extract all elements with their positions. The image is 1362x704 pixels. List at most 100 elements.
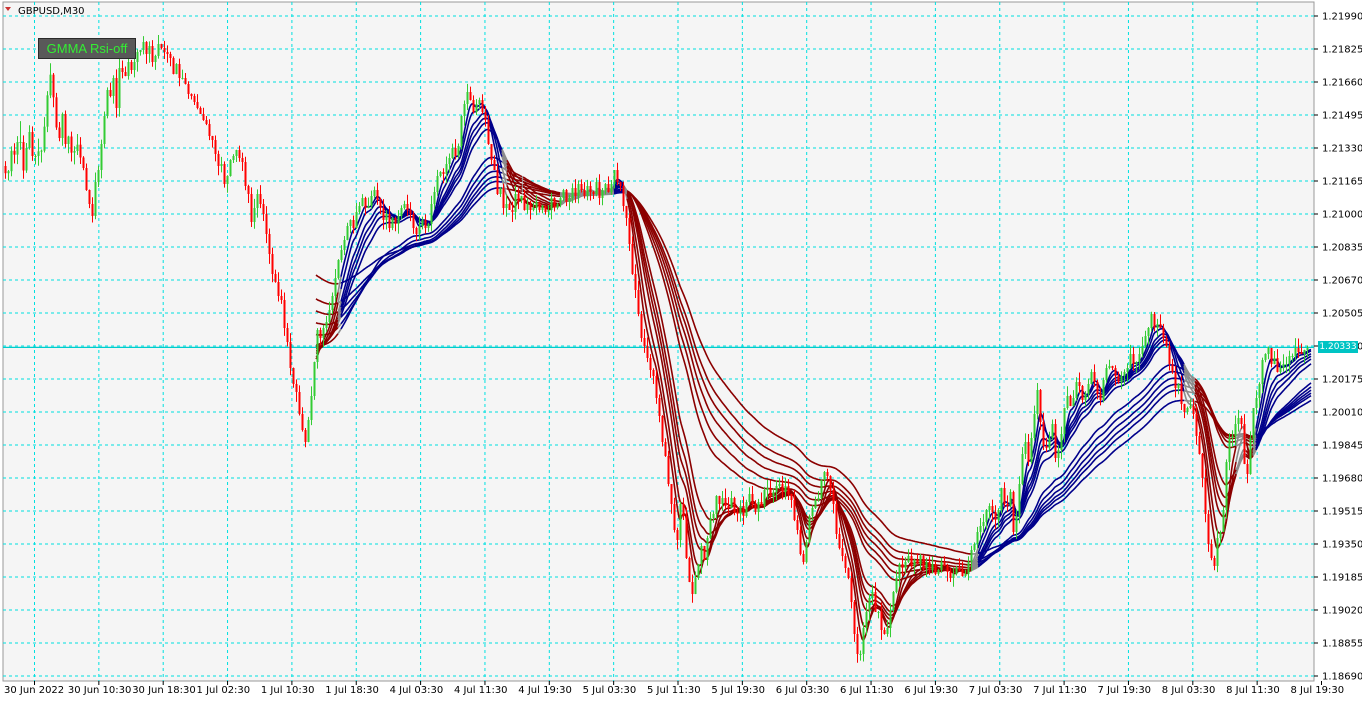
candle-body [1184,404,1186,412]
x-tick-label: 7 Jul 03:30 [969,685,1023,696]
candle-body [1058,450,1060,458]
candle-body [314,362,316,396]
candle-body [794,500,796,520]
y-tick-label: 1.20010 [1322,408,1362,419]
candle-body [356,212,358,228]
candle-body [1136,362,1138,364]
candle-body [974,544,976,550]
candle-body [125,72,127,76]
candle-body [284,300,286,328]
candle-body [1106,368,1108,380]
x-tick-label: 7 Jul 11:30 [1033,685,1087,696]
candle-body [620,182,622,186]
candle-body [62,114,64,138]
candle-body [1244,424,1246,464]
candle-body [11,151,13,171]
candle-body [1247,464,1249,474]
candle-body [158,44,160,56]
y-tick-label: 1.20505 [1322,309,1362,320]
candle-body [533,208,535,210]
candle-body [539,202,541,210]
candle-body [1163,328,1165,338]
chart-area[interactable]: 1.219901.218251.216601.214951.213301.211… [0,0,1362,700]
candle-body [104,116,106,144]
candle-body [668,456,670,484]
candle-body [503,188,505,208]
candle-body [647,346,649,358]
candle-body [812,508,814,516]
y-tick-label: 1.21825 [1322,45,1362,56]
candle-body [458,146,460,156]
gmma-ema-line [522,185,523,186]
candle-body [698,564,700,578]
candle-body [869,598,871,612]
price-chart[interactable]: 1.219901.218251.216601.214951.213301.211… [0,0,1362,700]
candle-body [785,486,787,492]
gmma-rsi-toggle-button[interactable]: GMMA Rsi-off [38,38,136,59]
candle-body [731,498,733,508]
candle-body [953,574,955,578]
candle-body [635,274,637,290]
candle-body [800,530,802,554]
candle-body [695,578,697,594]
candle-body [950,572,952,578]
x-tick-label: 5 Jul 11:30 [647,685,701,696]
candle-body [782,484,784,492]
candle-body [758,502,760,512]
candle-body [410,210,412,214]
candle-body [1145,336,1147,346]
candle-body [1139,354,1141,362]
candle-body [554,198,556,208]
candle-body [623,186,625,206]
candle-body [605,184,607,190]
candle-body [995,512,997,520]
candle-body [137,52,139,62]
candle-body [866,612,868,628]
candle-body [1232,436,1234,438]
candle-body [416,228,418,234]
candle-body [968,562,970,574]
candle-body [710,518,712,538]
candle-body [110,90,112,96]
candle-body [1289,356,1291,364]
candle-body [626,206,628,218]
candle-body [1094,372,1096,382]
candle-body [1115,368,1117,376]
candle-body [1220,532,1222,538]
candle-body [41,151,43,152]
candle-body [857,634,859,654]
candle-body [944,562,946,566]
candle-body [992,506,994,512]
candle-body [1157,324,1159,328]
candle-body [1109,366,1111,368]
candle-body [797,520,799,530]
candle-body [665,442,667,456]
x-tick-label: 4 Jul 11:30 [454,685,508,696]
candle-body [1280,368,1282,372]
candle-body [155,56,157,62]
candle-body [590,186,592,192]
candle-body [1283,364,1285,368]
candle-body [101,144,103,170]
candle-body [671,484,673,504]
candle-body [1172,364,1174,372]
candle-body [575,188,577,196]
candle-body [1277,358,1279,372]
x-tick-label: 30 Jun 18:30 [132,685,196,696]
candle-body [86,168,88,190]
candle-body [131,62,133,70]
candle-body [815,500,817,508]
candle-body [740,506,742,514]
candle-body [245,162,247,186]
candle-body [1208,514,1210,544]
candle-body [338,260,340,278]
y-tick-label: 1.20835 [1322,243,1362,254]
candle-body [614,170,616,184]
x-tick-label: 4 Jul 03:30 [390,685,444,696]
candle-body [386,214,388,220]
candle-body [737,512,739,514]
candle-body [854,602,856,634]
candle-body [887,628,889,634]
candle-body [143,42,145,50]
candle-body [77,145,79,151]
